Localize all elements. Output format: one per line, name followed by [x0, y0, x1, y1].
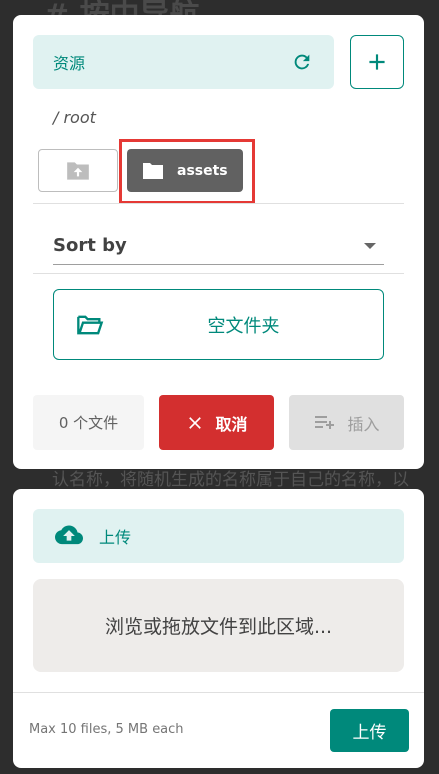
cancel-button[interactable]: 取消	[159, 395, 274, 450]
divider	[33, 273, 404, 274]
parent-folder-button[interactable]	[38, 149, 118, 192]
folder-name: assets	[177, 162, 228, 179]
folder-up-icon	[67, 161, 89, 180]
file-dropzone[interactable]: 浏览或拖放文件到此区域...	[33, 579, 404, 672]
add-folder-button[interactable]	[350, 35, 404, 89]
plus-icon	[369, 54, 385, 70]
file-count: 0 个文件	[33, 395, 144, 450]
resource-title: 资源	[53, 54, 86, 73]
upload-header: 上传	[33, 509, 404, 563]
divider	[13, 692, 424, 693]
upload-button[interactable]: 上传	[330, 709, 409, 752]
resource-header: 资源	[33, 35, 334, 89]
sort-label: Sort by	[53, 235, 127, 256]
playlist-add-icon	[315, 415, 335, 429]
sort-select[interactable]: Sort by	[53, 227, 384, 265]
cancel-label: 取消	[215, 414, 248, 434]
chevron-down-icon	[364, 242, 376, 249]
folder-open-icon	[77, 315, 104, 335]
insert-button[interactable]: 插入	[289, 395, 404, 450]
folder-item-assets[interactable]: assets	[127, 149, 243, 192]
refresh-icon[interactable]	[290, 50, 314, 74]
current-path: / root	[53, 108, 96, 127]
resource-browser-card: 资源 / root assets Sort by 空文件夹 0 个文件 取消 插…	[13, 15, 424, 469]
divider	[33, 203, 404, 204]
upload-card: 上传 浏览或拖放文件到此区域... Max 10 files, 5 MB eac…	[13, 489, 424, 768]
upload-limit-text: Max 10 files, 5 MB each	[29, 722, 184, 737]
insert-label: 插入	[347, 414, 380, 434]
empty-folder-panel[interactable]: 空文件夹	[53, 289, 384, 360]
close-icon	[189, 416, 202, 429]
folder-icon	[143, 162, 163, 179]
cloud-upload-icon	[55, 525, 83, 545]
upload-title: 上传	[99, 528, 132, 547]
